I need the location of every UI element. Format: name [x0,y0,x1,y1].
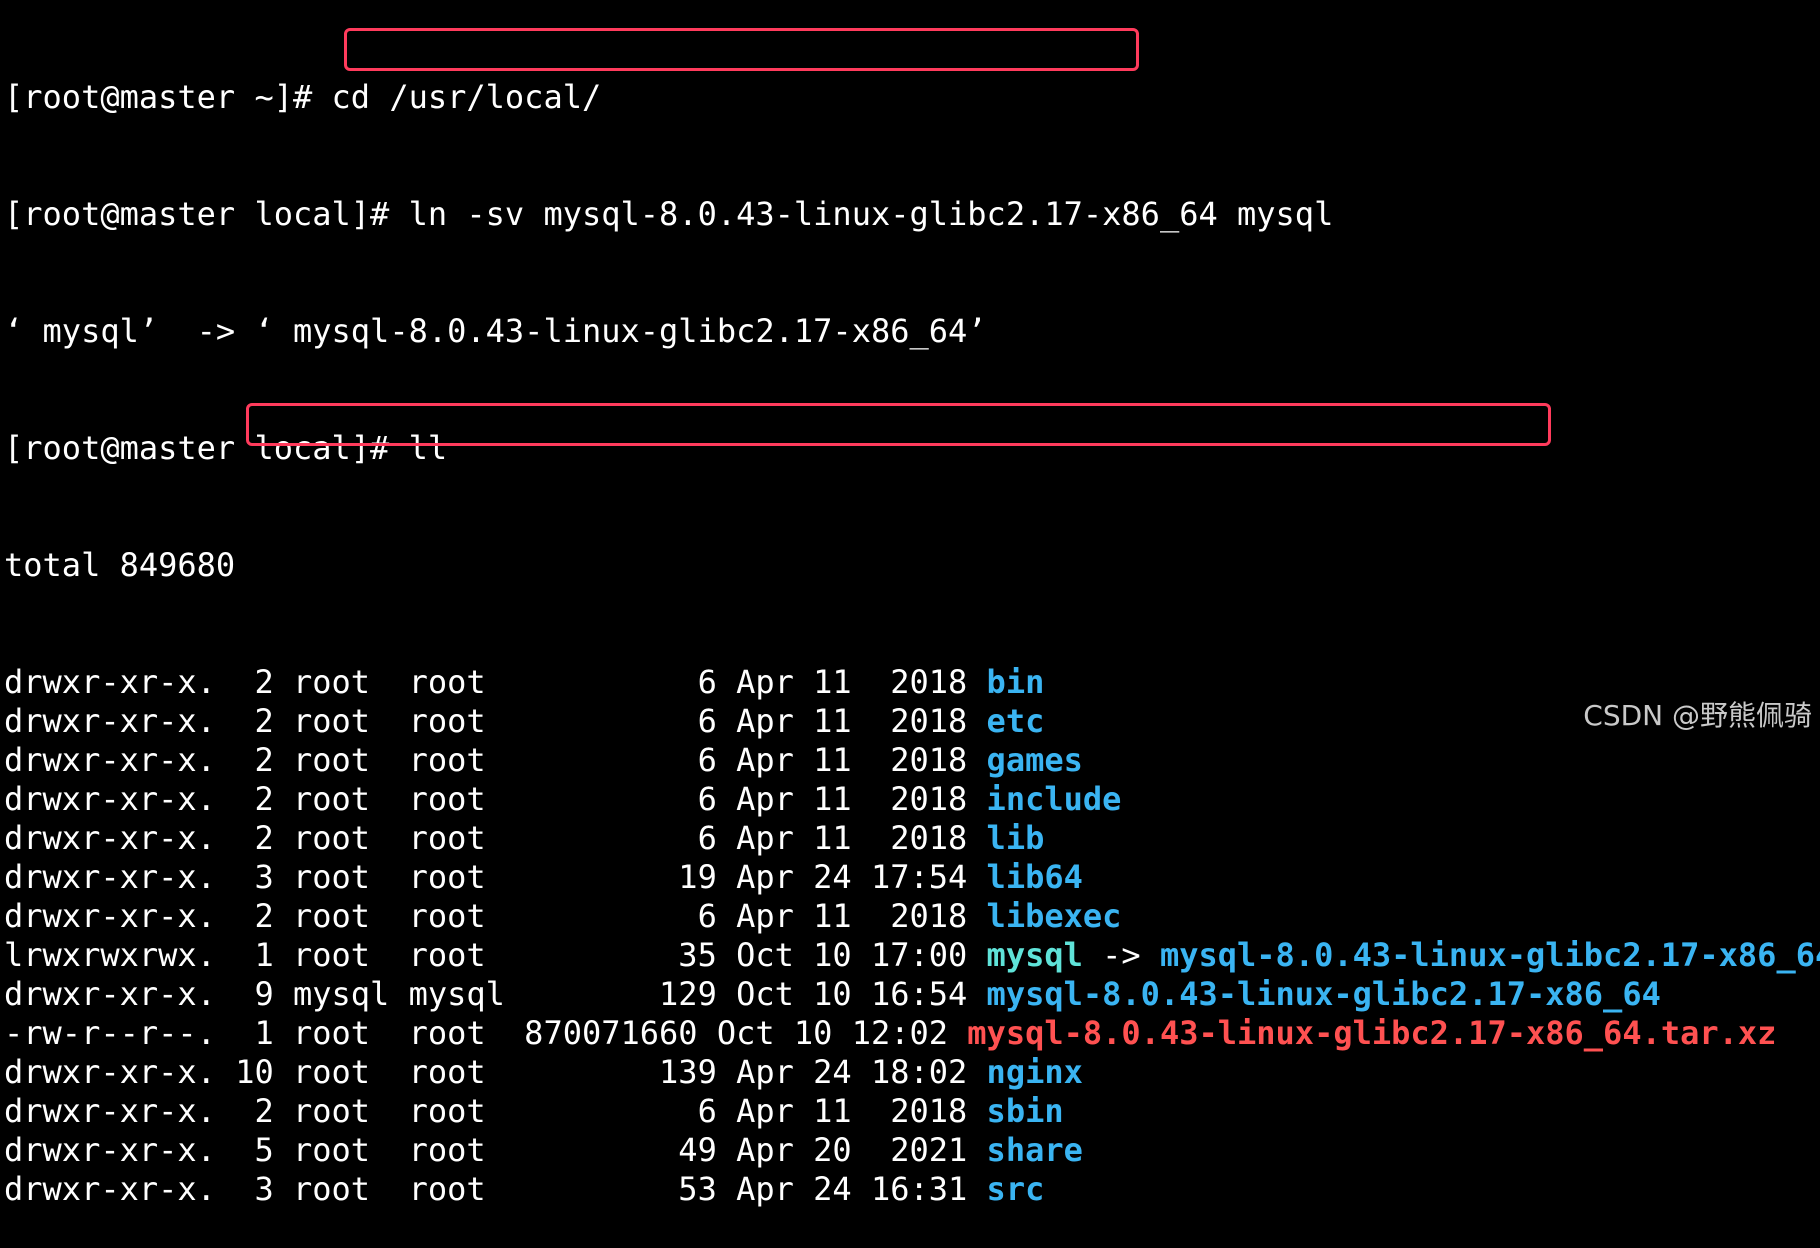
listing-row: drwxr-xr-x. 2 root root 6 Apr 11 2018 in… [4,780,1820,819]
listing-filename: libexec [986,897,1122,935]
listing-attributes: drwxr-xr-x. 2 root root 6 Apr 11 2018 [4,702,987,740]
listing-attributes: drwxr-xr-x. 2 root root 6 Apr 11 2018 [4,897,987,935]
listing-filename: etc [986,702,1045,740]
listing-attributes: drwxr-xr-x. 2 root root 6 Apr 11 2018 [4,663,987,701]
prompt-line-cd: [root@master ~]# cd /usr/local/ [4,78,1820,117]
listing-row: drwxr-xr-x. 2 root root 6 Apr 11 2018 ga… [4,741,1820,780]
listing-row: drwxr-xr-x. 3 root root 19 Apr 24 17:54 … [4,858,1820,897]
listing-filename: lib64 [986,858,1083,896]
listing-attributes: drwxr-xr-x. 2 root root 6 Apr 11 2018 [4,819,987,857]
listing-filename: include [986,780,1122,818]
listing-filename: nginx [986,1053,1083,1091]
listing-row: -rw-r--r--. 1 root root 870071660 Oct 10… [4,1014,1820,1053]
listing-attributes: -rw-r--r--. 1 root root 870071660 Oct 10… [4,1014,968,1052]
terminal-window[interactable]: [root@master ~]# cd /usr/local/ [root@ma… [4,0,1820,1248]
listing-filename: src [986,1170,1045,1208]
command-text: cd /usr/local/ [331,78,602,116]
listing-attributes: drwxr-xr-x. 10 root root 139 Apr 24 18:0… [4,1053,987,1091]
command-text: ln -sv mysql-8.0.43-linux-glibc2.17-x86_… [408,195,1334,233]
listing-attributes: drwxr-xr-x. 2 root root 6 Apr 11 2018 [4,1092,987,1130]
link-output-line: ‘ mysql’ -> ‘ mysql-8.0.43-linux-glibc2.… [4,312,987,350]
listing-filename: bin [986,663,1045,701]
listing-filename: mysql [986,936,1083,974]
total-line: total 849680 [4,546,236,584]
command-text: ll [408,429,448,467]
prompt: [root@master local]# [4,429,409,467]
listing-row: lrwxrwxrwx. 1 root root 35 Oct 10 17:00 … [4,936,1820,975]
symlink-target: mysql-8.0.43-linux-glibc2.17-x86_64 [1159,936,1820,974]
listing-attributes: drwxr-xr-x. 5 root root 49 Apr 20 2021 [4,1131,987,1169]
listing-row: drwxr-xr-x. 5 root root 49 Apr 20 2021 s… [4,1131,1820,1170]
directory-listing: drwxr-xr-x. 2 root root 6 Apr 11 2018 bi… [4,663,1820,1209]
listing-filename: lib [986,819,1045,857]
listing-row: drwxr-xr-x. 2 root root 6 Apr 11 2018 sb… [4,1092,1820,1131]
listing-row: drwxr-xr-x. 10 root root 139 Apr 24 18:0… [4,1053,1820,1092]
watermark: CSDN @野熊佩骑 [1583,699,1812,732]
listing-attributes: lrwxrwxrwx. 1 root root 35 Oct 10 17:00 [4,936,987,974]
symlink-arrow: -> [1082,936,1160,974]
listing-filename: sbin [986,1092,1064,1130]
prompt: [root@master ~]# [4,78,332,116]
listing-attributes: drwxr-xr-x. 9 mysql mysql 129 Oct 10 16:… [4,975,987,1013]
prompt-line-ll: [root@master local]# ll [4,429,1820,468]
listing-attributes: drwxr-xr-x. 3 root root 53 Apr 24 16:31 [4,1170,987,1208]
listing-filename: share [986,1131,1083,1169]
listing-filename: mysql-8.0.43-linux-glibc2.17-x86_64 [986,975,1661,1013]
listing-row: drwxr-xr-x. 3 root root 53 Apr 24 16:31 … [4,1170,1820,1209]
listing-row: drwxr-xr-x. 2 root root 6 Apr 11 2018 li… [4,819,1820,858]
listing-filename: games [986,741,1083,779]
listing-filename: mysql-8.0.43-linux-glibc2.17-x86_64.tar.… [967,1014,1777,1052]
listing-row: drwxr-xr-x. 2 root root 6 Apr 11 2018 et… [4,702,1820,741]
listing-attributes: drwxr-xr-x. 3 root root 19 Apr 24 17:54 [4,858,987,896]
listing-attributes: drwxr-xr-x. 2 root root 6 Apr 11 2018 [4,780,987,818]
listing-row: drwxr-xr-x. 2 root root 6 Apr 11 2018 bi… [4,663,1820,702]
listing-row: drwxr-xr-x. 2 root root 6 Apr 11 2018 li… [4,897,1820,936]
listing-row: drwxr-xr-x. 9 mysql mysql 129 Oct 10 16:… [4,975,1820,1014]
prompt: [root@master local]# [4,195,409,233]
listing-attributes: drwxr-xr-x. 2 root root 6 Apr 11 2018 [4,741,987,779]
prompt-line-ln: [root@master local]# ln -sv mysql-8.0.43… [4,195,1820,234]
